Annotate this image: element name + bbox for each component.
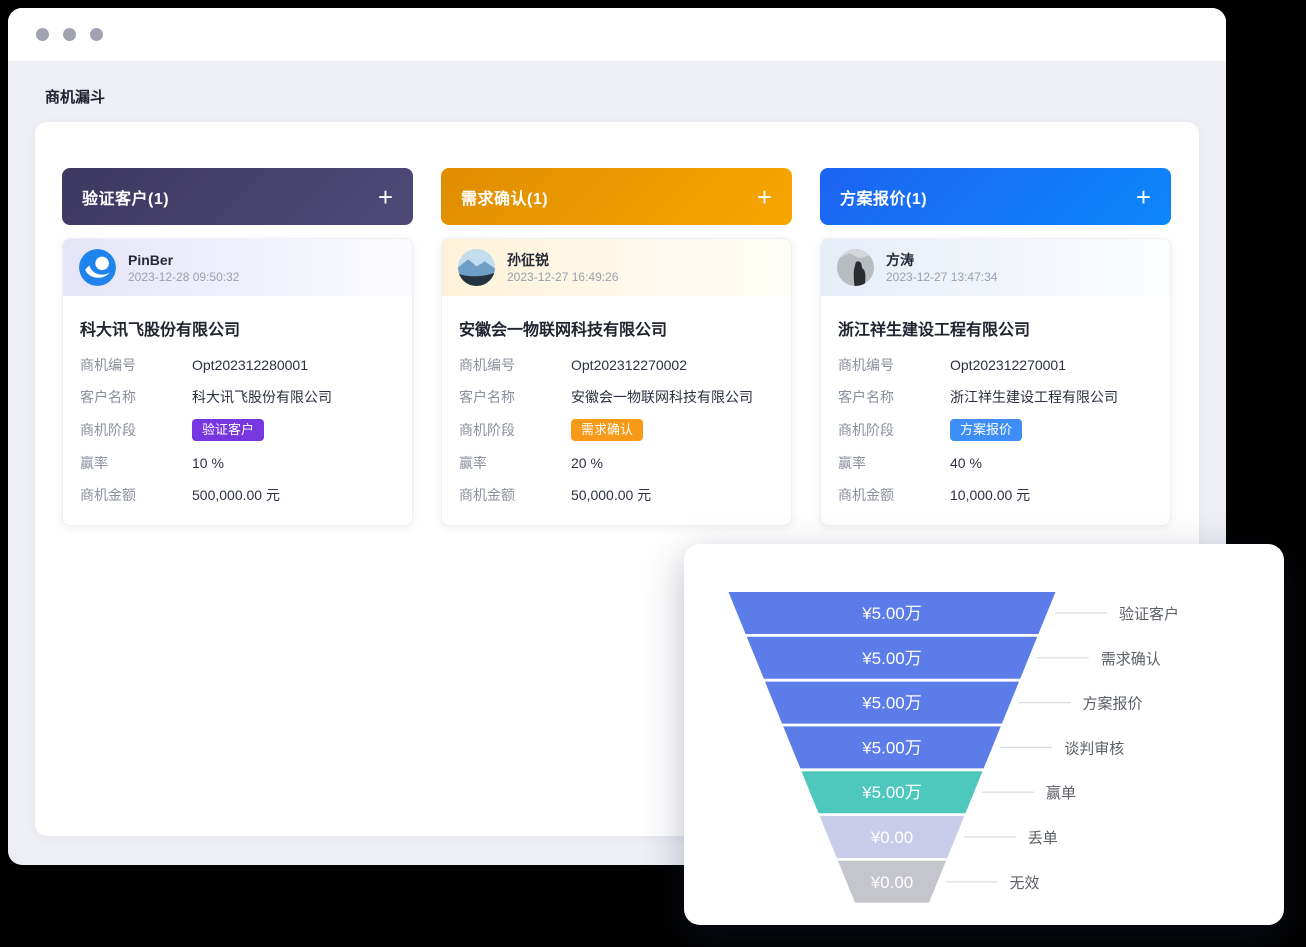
opportunity-title: 安徽会一物联网科技有限公司 [459,316,774,340]
page-title: 商机漏斗 [45,86,105,107]
funnel-value-label: ¥0.00 [870,873,914,892]
owner-name: 孙征锐 [507,251,618,269]
funnel-value-label: ¥5.00万 [861,694,922,713]
kanban-column-proposal-quote: 方案报价(1) + 方涛 2023-12-27 13:47:34 [820,168,1171,526]
card-header: PinBer 2023-12-28 09:50:32 [63,239,412,296]
column-header: 方案报价(1) + [820,168,1171,225]
card-body: 科大讯飞股份有限公司 商机编号Opt202312280001 客户名称科大讯飞股… [63,296,412,525]
owner-avatar-photo [837,249,874,286]
field-label: 商机阶段 [838,420,950,440]
field-label: 商机编号 [838,355,950,375]
funnel-stage-label: 需求确认 [1101,651,1161,668]
created-timestamp: 2023-12-28 09:50:32 [128,269,239,285]
funnel-stage-label: 丢单 [1028,830,1058,847]
field-label: 客户名称 [80,387,192,407]
field-label: 客户名称 [459,387,571,407]
funnel-stage-label: 赢单 [1046,785,1076,802]
column-header: 需求确认(1) + [441,168,792,225]
window-control-dot[interactable] [63,28,76,41]
field-value: Opt202312270001 [950,357,1066,373]
field-label: 商机阶段 [459,420,571,440]
card-header: 孙征锐 2023-12-27 16:49:26 [442,239,791,296]
owner-name: 方涛 [886,251,997,269]
stage-badge: 方案报价 [950,419,1022,441]
kanban-board: 验证客户(1) + PinBer 2023-12-28 09:50:32 [62,168,1171,526]
field-value: 安徽会一物联网科技有限公司 [571,387,753,407]
card-body: 浙江祥生建设工程有限公司 商机编号Opt202312270001 客户名称浙江祥… [821,296,1170,525]
card-body: 安徽会一物联网科技有限公司 商机编号Opt202312270002 客户名称安徽… [442,296,791,525]
owner-name: PinBer [128,251,239,269]
add-opportunity-button[interactable]: + [757,184,772,210]
kanban-column-validate-customer: 验证客户(1) + PinBer 2023-12-28 09:50:32 [62,168,413,526]
column-title: 方案报价(1) [840,185,927,209]
field-label: 商机金额 [80,485,192,505]
stage-badge: 需求确认 [571,419,643,441]
window-controls [36,28,103,41]
field-label: 赢率 [459,453,571,473]
opportunity-card[interactable]: 方涛 2023-12-27 13:47:34 浙江祥生建设工程有限公司 商机编号… [820,238,1171,526]
column-header: 验证客户(1) + [62,168,413,225]
field-value: 科大讯飞股份有限公司 [192,387,332,407]
field-value: 500,000.00 元 [192,485,280,505]
field-value: Opt202312280001 [192,357,308,373]
field-label: 商机金额 [838,485,950,505]
field-value: 20 % [571,455,603,471]
field-value: 50,000.00 元 [571,485,651,505]
kanban-column-requirement-confirm: 需求确认(1) + 孙征锐 2023-12-27 16:49:26 [441,168,792,526]
owner-avatar-photo [458,249,495,286]
opportunity-card[interactable]: 孙征锐 2023-12-27 16:49:26 安徽会一物联网科技有限公司 商机… [441,238,792,526]
column-title: 验证客户(1) [82,185,169,209]
field-label: 商机编号 [459,355,571,375]
created-timestamp: 2023-12-27 13:47:34 [886,269,997,285]
opportunity-title: 科大讯飞股份有限公司 [80,316,395,340]
funnel-value-label: ¥5.00万 [861,604,922,623]
field-label: 商机阶段 [80,420,192,440]
funnel-value-label: ¥5.00万 [861,649,922,668]
window-titlebar [8,8,1226,61]
funnel-stage-label: 验证客户 [1119,606,1179,623]
funnel-value-label: ¥5.00万 [861,738,922,757]
card-header: 方涛 2023-12-27 13:47:34 [821,239,1170,296]
funnel-chart-panel: ¥5.00万验证客户¥5.00万需求确认¥5.00万方案报价¥5.00万谈判审核… [684,544,1284,925]
field-value: 40 % [950,455,982,471]
window-control-dot[interactable] [90,28,103,41]
field-label: 客户名称 [838,387,950,407]
funnel-value-label: ¥0.00 [870,828,914,847]
add-opportunity-button[interactable]: + [378,184,393,210]
field-label: 赢率 [80,453,192,473]
funnel-chart: ¥5.00万验证客户¥5.00万需求确认¥5.00万方案报价¥5.00万谈判审核… [684,544,1284,925]
field-value: 10,000.00 元 [950,485,1030,505]
funnel-stage-label: 无效 [1010,875,1040,892]
stage-badge: 验证客户 [192,419,264,441]
pinber-avatar [79,249,116,286]
opportunity-title: 浙江祥生建设工程有限公司 [838,316,1153,340]
field-value: 浙江祥生建设工程有限公司 [950,387,1118,407]
field-label: 商机编号 [80,355,192,375]
field-label: 商机金额 [459,485,571,505]
funnel-stage-label: 方案报价 [1082,695,1142,713]
add-opportunity-button[interactable]: + [1136,184,1151,210]
field-value: 10 % [192,455,224,471]
field-value: Opt202312270002 [571,357,687,373]
opportunity-card[interactable]: PinBer 2023-12-28 09:50:32 科大讯飞股份有限公司 商机… [62,238,413,526]
column-title: 需求确认(1) [461,185,548,209]
funnel-value-label: ¥5.00万 [861,783,922,802]
created-timestamp: 2023-12-27 16:49:26 [507,269,618,285]
funnel-stage-label: 谈判审核 [1064,740,1124,757]
field-label: 赢率 [838,453,950,473]
window-control-dot[interactable] [36,28,49,41]
